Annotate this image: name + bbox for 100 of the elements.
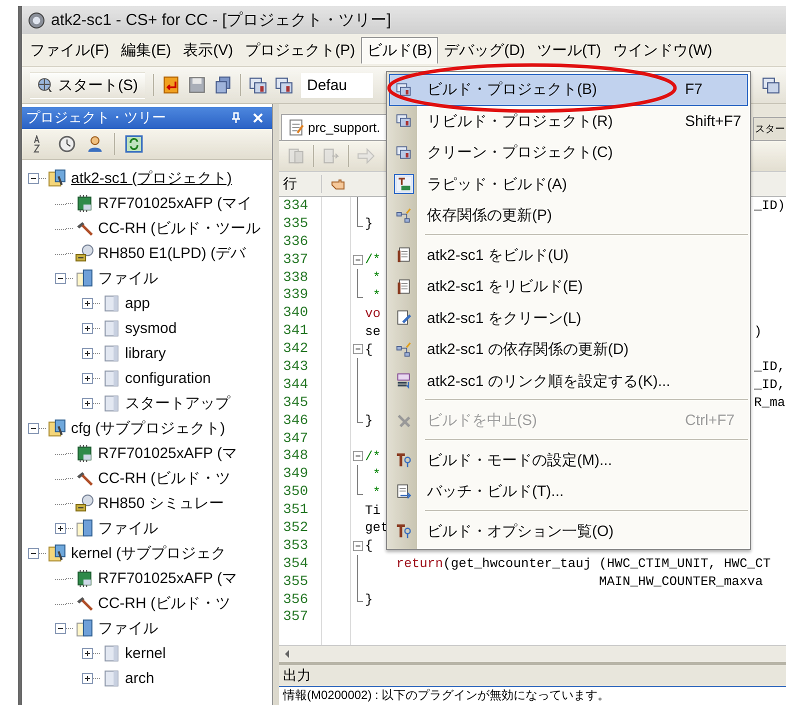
probe-icon [75,244,94,263]
editor-tab[interactable]: prc_support. [281,114,388,140]
menu-item[interactable]: ビルド・オプション一覧(O) [389,516,748,547]
collapse-icon[interactable] [352,540,362,551]
menu-bar-item[interactable]: ツール(T) [530,36,608,64]
expander-icon[interactable] [28,423,39,434]
tree-item[interactable]: app [125,295,150,312]
copy-icon[interactable] [214,76,232,94]
expander-icon[interactable] [82,348,93,359]
line-number: 336 [282,234,310,250]
configuration-dropdown[interactable]: Defau [301,72,373,98]
menu-item[interactable]: atk2-sc1 をリビルド(E) [389,271,748,302]
output-message: 情報(M0200002) : 以下のプラグインが無効になっています。 [279,686,786,704]
menu-item[interactable]: atk2-sc1 をクリーン(L) [389,302,748,334]
line-number: 354 [282,556,310,572]
menu-item[interactable]: バッチ・ビルド(T)... [389,476,748,508]
tree-item[interactable]: kernel [125,645,166,662]
start-button[interactable]: スタート(S) [30,72,145,98]
tree-item[interactable]: library [125,345,166,362]
code-line: se [364,324,381,339]
tree-item[interactable]: cfg (サブプロジェクト) [71,419,226,438]
panel-title: プロジェクト・ツリー [26,109,167,127]
menu-item[interactable]: atk2-sc1 をビルド(U) [389,240,748,271]
collapse-icon[interactable] [352,254,362,265]
tree-item[interactable]: CC-RH (ビルド・ツール [98,219,260,238]
line-number: 357 [282,609,310,626]
collapse-icon[interactable] [352,451,362,462]
code-line: Ti [364,502,381,518]
tree-item[interactable]: ファイル [98,619,158,638]
tree-item[interactable]: CC-RH (ビルド・ツ [98,594,230,613]
person-icon[interactable] [86,135,104,153]
menu-item[interactable]: ラピッド・ビルド(A) [389,168,748,200]
tree-item[interactable]: ファイル [98,269,158,288]
expander-icon[interactable] [28,548,39,559]
menu-item[interactable]: ビルド・プロジェクト(B) F7 [389,74,748,106]
menu-item[interactable]: ビルド・モードの設定(M)... [389,444,748,476]
tree-item[interactable]: sysmod [125,320,177,337]
tree-item[interactable]: R7F701025xAFP (マ [98,444,237,463]
menu-bar-item[interactable]: プロジェクト(P) [239,36,362,64]
menu-bar-item[interactable]: 表示(V) [177,36,240,64]
expander-icon[interactable] [82,648,93,659]
tree-item[interactable]: ファイル [98,519,158,538]
tree-item[interactable]: スタートアップ [125,394,230,413]
expander-icon[interactable] [55,523,66,534]
window-title: atk2-sc1 - CS+ for CC - [プロジェクト・ツリー] [51,10,392,30]
pin-icon[interactable] [230,112,242,124]
line-number: 338 [282,270,310,286]
code-line: } [364,413,373,428]
expander-icon[interactable] [82,373,93,384]
line-number: 355 [282,574,310,590]
code-line: * [372,466,381,482]
tree-item[interactable]: configuration [125,370,211,387]
expander-icon[interactable] [55,273,66,284]
horizontal-scrollbar[interactable] [279,645,786,662]
code-line: /* [364,252,381,268]
menu-item[interactable]: リビルド・プロジェクト(R) Shift+F7 [389,106,748,137]
expander-icon[interactable] [28,173,39,184]
clock-icon[interactable] [58,135,76,153]
line-number: 334 [282,198,310,214]
expander-icon[interactable] [82,673,93,684]
menu-bar-item[interactable]: ビルド(B) [361,36,438,64]
code-line: * [372,288,381,303]
column-header-label: 行 [279,175,322,193]
menu-item[interactable]: クリーン・プロジェクト(C) [389,137,748,168]
menu-bar-item[interactable]: ウインドウ(W) [607,36,718,64]
left-arrow-icon[interactable] [283,649,291,659]
expander-icon[interactable] [82,398,93,409]
line-number: 341 [282,323,310,340]
tree-item[interactable]: RH850 E1(LPD) (デバ [98,244,246,263]
save-icon[interactable] [188,76,206,94]
code-line: /* [364,448,381,464]
code-line: return(get_hwcounter_tauj (HWC_CTIM_UNIT, HWC_CT [395,556,771,572]
menu-bar-item[interactable]: デバッグ(D) [438,36,531,64]
menu-bar-item[interactable]: ファイル(F) [24,36,116,64]
menu-item[interactable]: 依存関係の更新(P) [389,200,748,232]
tree-item[interactable]: R7F701025xAFP (マ [98,569,237,588]
folder-icon [102,644,121,663]
refresh-icon[interactable] [125,135,143,153]
tree-item[interactable]: kernel (サブプロジェク [71,544,226,563]
line-number: 347 [282,430,310,447]
folder-icon [102,669,121,688]
tree-item[interactable]: atk2-sc1 (プロジェクト) [71,169,232,188]
project-icon [48,544,67,563]
code-line: vo [364,306,381,321]
editor-tab[interactable]: スター [753,117,786,140]
tree-item[interactable]: arch [125,670,154,687]
tree-item[interactable]: R7F701025xAFP (マイ [98,194,252,213]
tree-item[interactable]: RH850 シミュレー [98,494,224,513]
tree-item[interactable]: CC-RH (ビルド・ツ [98,469,230,488]
close-icon[interactable] [252,112,264,124]
collapse-icon[interactable] [352,344,362,354]
expander-icon[interactable] [55,623,66,634]
menu-item[interactable]: atk2-sc1 の依存関係の更新(D) [389,334,748,366]
menu-bar-item[interactable]: 編集(E) [115,36,178,64]
expander-icon[interactable] [82,323,93,334]
code-line: MAIN_HW_COUNTER_maxva [598,574,763,590]
exit-icon[interactable] [162,76,180,94]
expander-icon[interactable] [82,298,93,309]
menu-item[interactable]: atk2-sc1 のリンク順を設定する(K)... [389,366,748,397]
line-number: 335 [282,216,310,232]
